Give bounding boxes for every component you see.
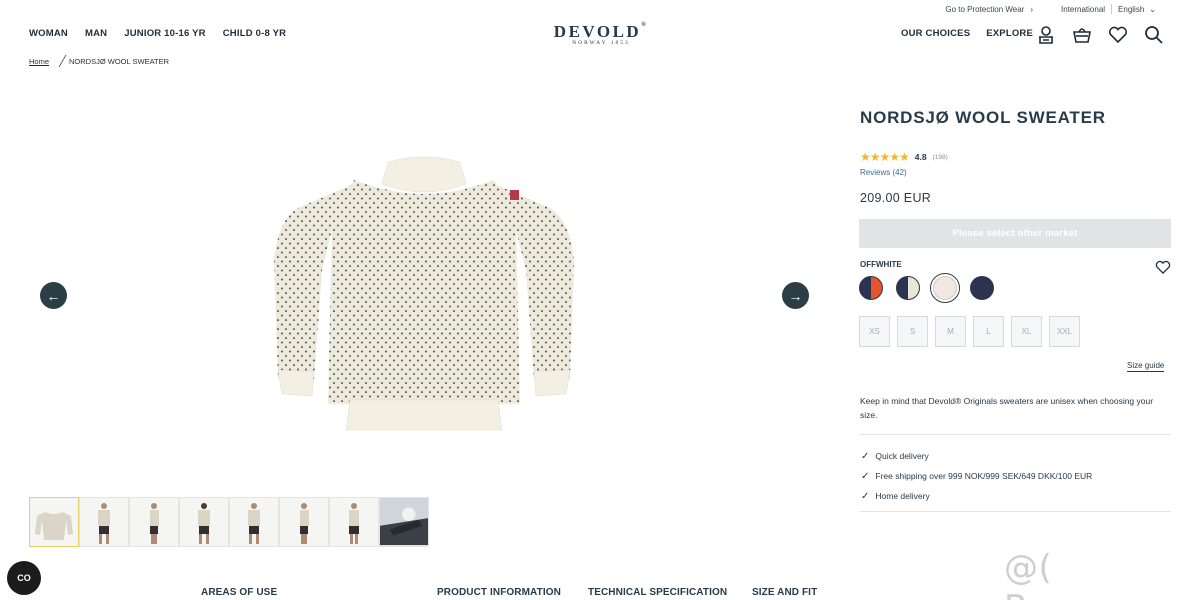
tab-product-information[interactable]: PRODUCT INFORMATION (437, 587, 561, 598)
size-xxl[interactable]: XXL (1049, 316, 1080, 347)
product-main-image[interactable] (272, 150, 576, 432)
product-price: 209.00 EUR (860, 191, 932, 205)
rating-stars-icon: ★★★★★ (860, 150, 910, 164)
protection-wear-label: Go to Protection Wear (945, 4, 1025, 14)
swatch-navy[interactable] (970, 276, 994, 300)
size-s[interactable]: S (897, 316, 928, 347)
main-nav: WOMAN MAN JUNIOR 10-16 YR CHILD 0-8 YR (29, 28, 286, 39)
language-label: English (1118, 4, 1145, 14)
utility-bar: Go to Protection Wear › International En… (945, 3, 1156, 15)
reviews-link[interactable]: Reviews (42) (860, 168, 907, 177)
swatch-offwhite[interactable] (930, 273, 960, 303)
nav-junior[interactable]: JUNIOR 10-16 YR (124, 28, 206, 39)
chevron-down-icon: ⌄ (1149, 4, 1156, 14)
wishlist-heart-icon[interactable] (1108, 24, 1128, 46)
unisex-note: Keep in mind that Devold® Originals swea… (860, 396, 1154, 420)
swatch-offwhite-navy[interactable] (896, 276, 920, 300)
tab-size-and-fit[interactable]: SIZE AND FIT (752, 587, 817, 598)
thumbnail-7[interactable] (329, 497, 379, 547)
checkmark-icon: ✓ (861, 490, 870, 502)
size-selector: XS S M L XL XXL (859, 316, 1080, 347)
devold-logo[interactable]: DEVOLD® NORWAY 1853 (551, 22, 651, 46)
header-icons (1036, 24, 1164, 46)
rating-score: 4.8 (914, 152, 927, 162)
tab-areas-of-use[interactable]: AREAS OF USE (201, 587, 277, 598)
selected-color-label: OFFWHITE (860, 260, 902, 269)
breadcrumb-separator (51, 55, 67, 67)
thumbnail-4[interactable] (179, 497, 229, 547)
size-xs[interactable]: XS (859, 316, 890, 347)
divider (859, 511, 1171, 512)
account-icon[interactable] (1036, 24, 1056, 46)
delivery-features: ✓ Quick delivery ✓ Free shipping over 99… (861, 446, 1092, 506)
region-selector[interactable]: International (1061, 5, 1105, 14)
feature-label: Free shipping over 999 NOK/999 SEK/649 D… (875, 471, 1093, 481)
feature-item: ✓ Home delivery (861, 486, 1092, 506)
size-m[interactable]: M (935, 316, 966, 347)
breadcrumb: Home NORDSJØ WOOL SWEATER (29, 55, 169, 67)
feature-item: ✓ Free shipping over 999 NOK/999 SEK/649… (861, 466, 1092, 486)
thumbnail-6[interactable] (279, 497, 329, 547)
thumbnail-strip (29, 497, 429, 547)
feature-item: ✓ Quick delivery (861, 446, 1092, 466)
nav-woman[interactable]: WOMAN (29, 28, 68, 39)
thumbnail-3[interactable] (129, 497, 179, 547)
thumbnail-2[interactable] (79, 497, 129, 547)
protection-wear-link[interactable]: Go to Protection Wear › (945, 5, 1033, 14)
feature-label: Home delivery (875, 491, 930, 501)
nav-explore[interactable]: EXPLORE (986, 28, 1033, 39)
checkmark-icon: ✓ (861, 470, 870, 482)
nav-child[interactable]: CHILD 0-8 YR (223, 28, 286, 39)
breadcrumb-current: NORDSJØ WOOL SWEATER (69, 56, 170, 66)
size-guide-link[interactable]: Size guide (1127, 361, 1165, 372)
secondary-nav: OUR CHOICES EXPLORE (901, 28, 1033, 39)
logo-wordmark: DEVOLD® (553, 22, 649, 41)
arrow-left-icon: ← (46, 287, 61, 304)
feature-label: Quick delivery (875, 451, 929, 461)
size-l[interactable]: L (973, 316, 1004, 347)
divider (1111, 4, 1113, 14)
cookie-settings-button[interactable]: CO (7, 561, 41, 595)
next-image-button[interactable]: → (782, 282, 809, 309)
add-to-wishlist-icon[interactable] (1155, 260, 1171, 276)
watermark: @( Bazos.cz (1004, 548, 1155, 600)
thumbnail-8[interactable] (379, 497, 429, 547)
arrow-right-icon: → (788, 287, 803, 304)
basket-icon[interactable] (1072, 24, 1092, 46)
nav-man[interactable]: MAN (85, 28, 107, 39)
search-icon[interactable] (1144, 24, 1164, 46)
size-xl[interactable]: XL (1011, 316, 1042, 347)
checkmark-icon: ✓ (861, 450, 870, 462)
thumbnail-1[interactable] (29, 497, 79, 547)
nav-our-choices[interactable]: OUR CHOICES (901, 28, 970, 39)
product-title: NORDSJØ WOOL SWEATER (860, 108, 1106, 127)
language-selector[interactable]: English ⌄ (1118, 5, 1156, 14)
product-rating[interactable]: ★★★★★ 4.8 (198) (860, 150, 948, 164)
swatch-orange-navy[interactable] (859, 276, 883, 300)
breadcrumb-home[interactable]: Home (29, 57, 49, 66)
chevron-right-icon: › (1030, 4, 1034, 14)
previous-image-button[interactable]: ← (40, 282, 67, 309)
rating-count: (198) (932, 153, 948, 161)
divider (859, 434, 1171, 435)
tab-technical-specification[interactable]: TECHNICAL SPECIFICATION (588, 587, 727, 598)
select-market-button[interactable]: Please select other market (859, 219, 1171, 248)
thumbnail-5[interactable] (229, 497, 279, 547)
color-swatches (859, 273, 994, 303)
region-label: International (1061, 4, 1106, 14)
